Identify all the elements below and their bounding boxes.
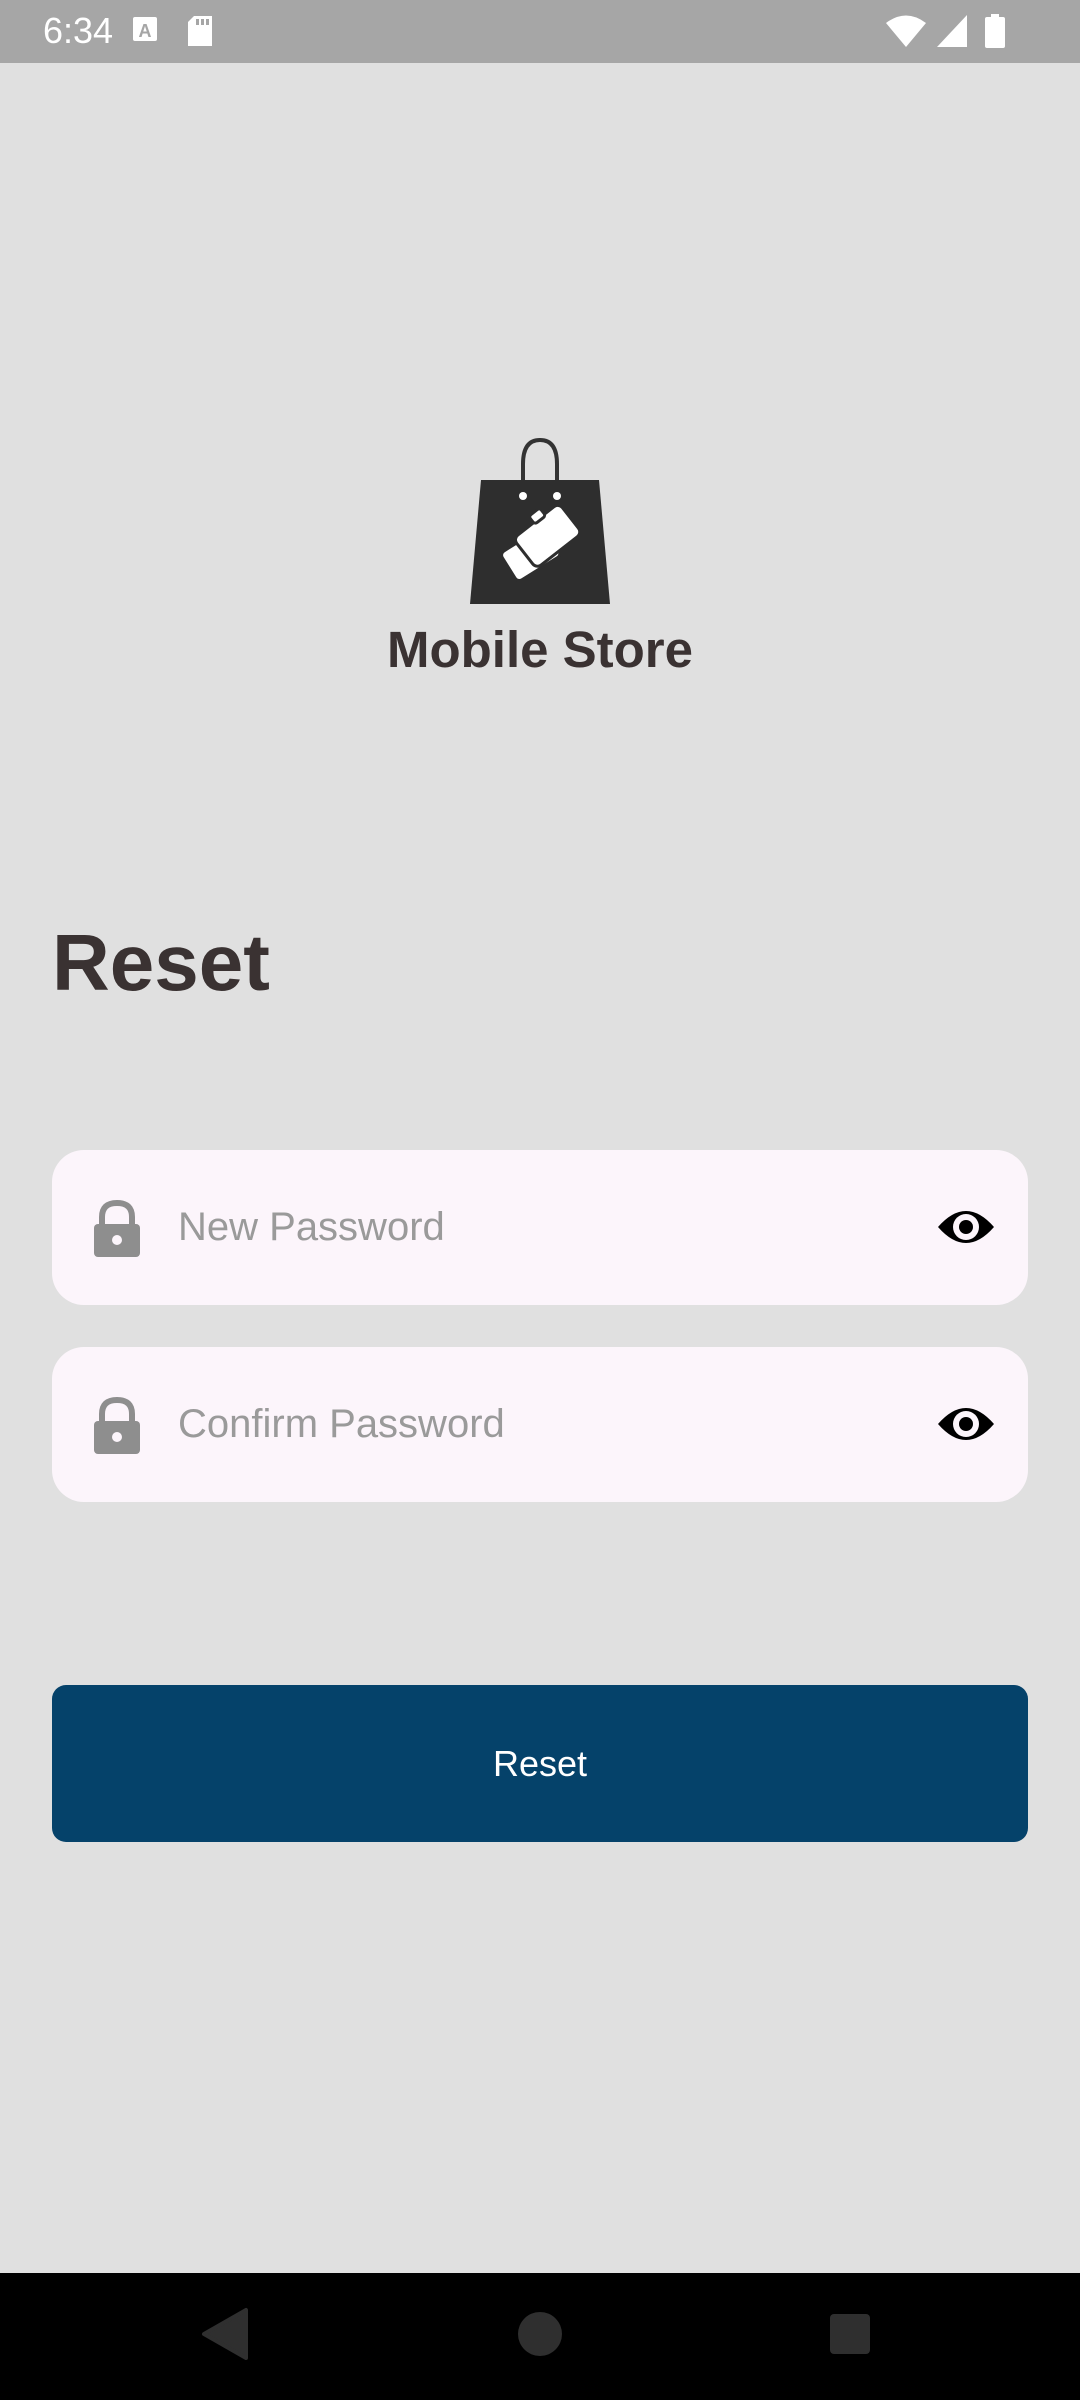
- status-time: 6:34: [43, 10, 114, 51]
- signal-icon: [937, 15, 967, 47]
- shopping-bag-phones-icon: [470, 437, 610, 604]
- eye-icon[interactable]: [936, 1398, 996, 1450]
- lock-icon: [94, 1397, 140, 1454]
- confirm-password-field[interactable]: [52, 1347, 1028, 1502]
- eye-icon[interactable]: [936, 1201, 996, 1253]
- page-title: Reset: [52, 918, 270, 1007]
- svg-text:A: A: [139, 21, 152, 41]
- sd-card-icon: [188, 16, 212, 46]
- navigation-bar: [0, 2273, 1080, 2400]
- text-a-icon: A: [133, 17, 157, 41]
- lock-icon: [94, 1200, 140, 1257]
- new-password-input[interactable]: [178, 1190, 948, 1264]
- reset-button[interactable]: Reset: [52, 1685, 1028, 1842]
- back-icon[interactable]: [200, 2306, 250, 2362]
- status-bar: 6:34 A: [0, 0, 1080, 63]
- wifi-icon: [886, 15, 926, 47]
- recents-icon[interactable]: [828, 2306, 872, 2362]
- new-password-field[interactable]: [52, 1150, 1028, 1305]
- confirm-password-input[interactable]: [178, 1387, 948, 1461]
- brand-title: Mobile Store: [386, 621, 694, 678]
- home-icon[interactable]: [517, 2306, 563, 2362]
- battery-icon: [985, 14, 1005, 48]
